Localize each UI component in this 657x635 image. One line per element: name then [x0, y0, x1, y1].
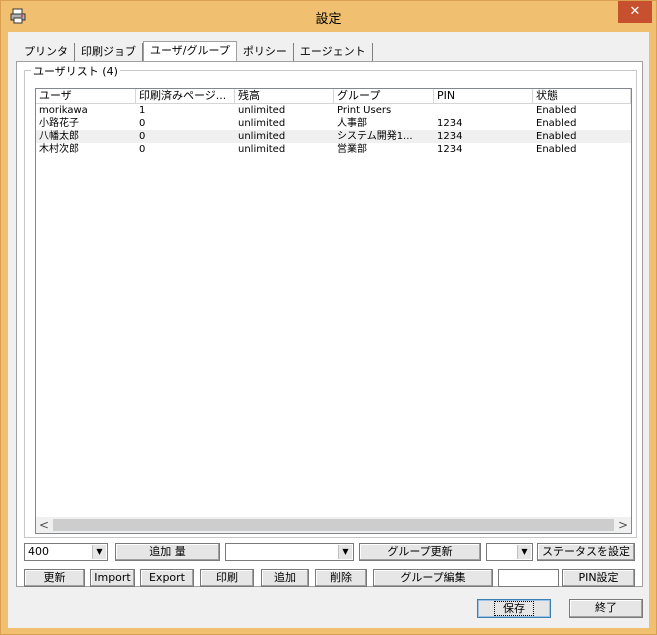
table-cell: unlimited [238, 105, 286, 116]
table-row[interactable]: morikawa 1 unlimited Print Users Enabled [36, 104, 631, 117]
userlist-group-title: ユーザリスト (4) [31, 63, 120, 79]
table-cell: システム開発1... [337, 131, 413, 142]
table-row[interactable]: 小路花子 0 unlimited 人事部 1234 Enabled [36, 117, 631, 130]
table-cell: unlimited [238, 118, 286, 129]
refresh-button[interactable]: 更新 [24, 569, 85, 587]
table-cell: Enabled [536, 105, 577, 116]
table-cell: 0 [139, 118, 146, 129]
table-cell: 1 [139, 105, 146, 116]
settings-window: 設定 ✕ プリンタ 印刷ジョブ ユーザ/グループ ポリシー エージェント ユーザリスト … [0, 0, 657, 635]
table-cell: unlimited [238, 131, 286, 142]
save-button[interactable]: 保存 [477, 599, 551, 618]
group-combo[interactable]: ▼ [225, 543, 354, 561]
group-update-button[interactable]: グループ更新 [359, 543, 481, 561]
table-cell: 1234 [437, 144, 463, 155]
userlist-group: ユーザリスト (4) ユーザ 印刷済みページ... 残高 グループ PIN 状態 mori… [24, 63, 637, 538]
status-combo[interactable]: ▼ [486, 543, 533, 561]
dialog-client: プリンタ 印刷ジョブ ユーザ/グループ ポリシー エージェント ユーザリスト (4) ユ… [8, 32, 649, 628]
user-list[interactable]: ユーザ 印刷済みページ... 残高 グループ PIN 状態 morikawa 1 unlimi… [35, 88, 632, 534]
end-button[interactable]: 終了 [569, 599, 643, 618]
scroll-thumb[interactable] [53, 519, 614, 531]
pin-set-button[interactable]: PIN設定 [562, 569, 635, 587]
table-cell: Print Users [337, 105, 392, 116]
close-icon: ✕ [629, 4, 641, 19]
user-list-body: morikawa 1 unlimited Print Users Enabled 小路花子… [36, 104, 631, 156]
table-cell: Enabled [536, 118, 577, 129]
tab-0[interactable]: プリンタ [18, 43, 75, 61]
chevron-down-icon[interactable]: ▼ [92, 545, 106, 559]
column-header-0[interactable]: ユーザ [36, 89, 136, 104]
chevron-down-icon[interactable]: ▼ [338, 545, 352, 559]
table-cell: 0 [139, 131, 146, 142]
save-button-label: 保存 [494, 601, 534, 616]
tab-strip: プリンタ 印刷ジョブ ユーザ/グループ ポリシー エージェント [18, 41, 373, 62]
import-button[interactable]: Import [90, 569, 135, 587]
table-cell: 小路花子 [39, 118, 79, 129]
tab-panel-users-groups: ユーザリスト (4) ユーザ 印刷済みページ... 残高 グループ PIN 状態 mori… [16, 61, 643, 587]
export-button[interactable]: Export [140, 569, 194, 587]
column-header-1[interactable]: 印刷済みページ... [136, 89, 235, 104]
group-edit-button[interactable]: グループ編集 [373, 569, 493, 587]
print-button[interactable]: 印刷 [200, 569, 254, 587]
add-amount-button[interactable]: 追加 量 [115, 543, 220, 561]
table-cell: 八幡太郎 [39, 131, 79, 142]
table-cell: 木村次郎 [39, 144, 79, 155]
window-title: 設定 [315, 12, 342, 27]
add-button[interactable]: 追加 [261, 569, 309, 587]
amount-value: 400 [28, 545, 49, 558]
horizontal-scrollbar[interactable]: < > [36, 517, 631, 533]
column-header-4[interactable]: PIN [434, 89, 533, 104]
tab-1[interactable]: 印刷ジョブ [75, 43, 143, 61]
table-row[interactable]: 八幡太郎 0 unlimited システム開発1... 1234 Enabled [36, 130, 631, 143]
column-header-5[interactable]: 状態 [533, 89, 631, 104]
table-cell: Enabled [536, 144, 577, 155]
column-header-2[interactable]: 残高 [235, 89, 334, 104]
tab-4[interactable]: エージェント [294, 43, 373, 61]
column-header-3[interactable]: グループ [334, 89, 434, 104]
tab-2[interactable]: ユーザ/グループ [143, 41, 237, 62]
table-cell: Enabled [536, 131, 577, 142]
table-cell [434, 104, 533, 117]
table-cell: unlimited [238, 144, 286, 155]
table-cell: 1234 [437, 118, 463, 129]
user-list-header: ユーザ 印刷済みページ... 残高 グループ PIN 状態 [36, 89, 631, 104]
scroll-left-icon[interactable]: < [36, 517, 52, 533]
scroll-right-icon[interactable]: > [615, 517, 631, 533]
table-cell: 0 [139, 144, 146, 155]
delete-button[interactable]: 削除 [315, 569, 367, 587]
pin-input[interactable] [498, 569, 559, 587]
table-cell: 1234 [437, 131, 463, 142]
title-bar[interactable]: 設定 ✕ [1, 1, 656, 33]
amount-combo[interactable]: 400 ▼ [24, 543, 108, 561]
table-cell: 人事部 [337, 118, 367, 129]
tab-3[interactable]: ポリシー [237, 43, 294, 61]
table-cell: 営業部 [337, 144, 367, 155]
table-row[interactable]: 木村次郎 0 unlimited 営業部 1234 Enabled [36, 143, 631, 156]
table-cell: morikawa [39, 105, 88, 116]
close-button[interactable]: ✕ [618, 1, 652, 23]
chevron-down-icon[interactable]: ▼ [517, 545, 531, 559]
set-status-button[interactable]: ステータスを設定 [537, 543, 635, 561]
